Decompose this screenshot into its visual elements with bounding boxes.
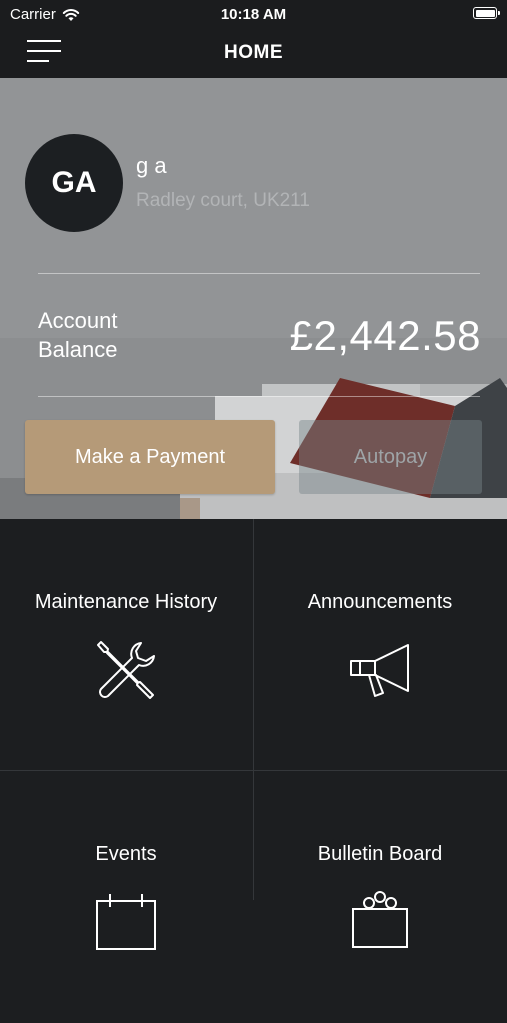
page-title: HOME bbox=[224, 42, 283, 63]
avatar: GA bbox=[25, 134, 123, 232]
user-name: g a bbox=[136, 153, 167, 178]
grid-divider bbox=[253, 519, 254, 900]
account-balance-label: Account Balance bbox=[38, 308, 118, 362]
battery-icon bbox=[473, 7, 500, 19]
megaphone-icon bbox=[350, 644, 409, 697]
nav-bar: HOME bbox=[0, 28, 507, 78]
make-payment-button[interactable]: Make a Payment bbox=[25, 420, 275, 494]
feature-grid: Maintenance History Announcements Events… bbox=[0, 519, 507, 950]
tile-label: Announcements bbox=[307, 591, 453, 613]
status-time: 10:18 AM bbox=[220, 6, 287, 23]
status-bar: Carrier 10:18 AM bbox=[0, 0, 507, 28]
calendar-icon bbox=[96, 894, 156, 950]
user-address: Radley court, UK211 bbox=[136, 190, 310, 211]
tile-label: Bulletin Board bbox=[317, 843, 443, 865]
bulletin-board-icon bbox=[352, 891, 408, 948]
autopay-button[interactable]: Autopay bbox=[299, 420, 482, 494]
tile-events[interactable]: Events bbox=[0, 771, 252, 1023]
tile-maintenance-history[interactable]: Maintenance History bbox=[0, 519, 252, 771]
tile-label: Maintenance History bbox=[34, 591, 218, 613]
divider bbox=[38, 396, 480, 397]
grid-divider bbox=[0, 770, 507, 771]
tile-bulletin-board[interactable]: Bulletin Board bbox=[254, 771, 506, 1023]
account-balance-value: £2,442.58 bbox=[289, 312, 481, 359]
tile-label: Events bbox=[95, 843, 157, 865]
tile-announcements[interactable]: Announcements bbox=[254, 519, 506, 771]
account-hero: GA g a Radley court, UK211 Account Balan… bbox=[0, 78, 507, 519]
divider bbox=[38, 273, 480, 274]
wrench-screwdriver-icon bbox=[97, 641, 155, 699]
